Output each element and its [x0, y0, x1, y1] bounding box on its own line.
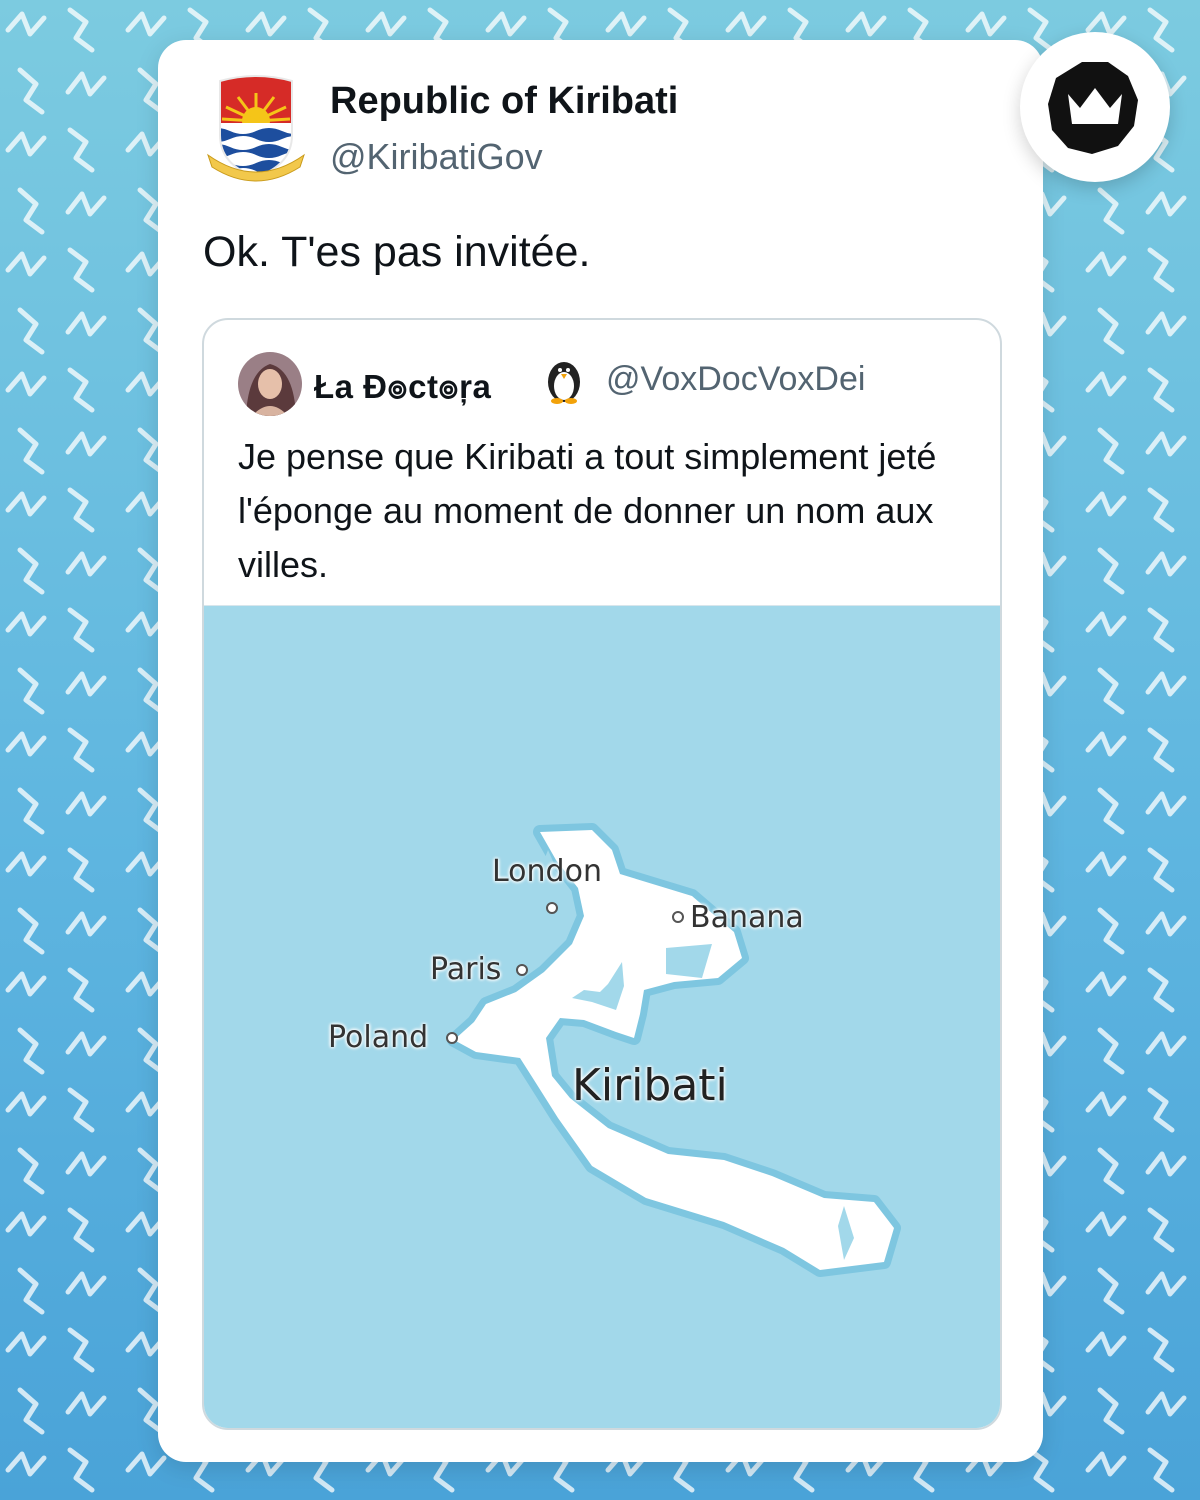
tweet-text: Ok. T'es pas invitée.: [203, 228, 591, 276]
map-label-country: Kiribati: [572, 1060, 728, 1111]
kiribati-coat-of-arms-icon[interactable]: [204, 73, 308, 185]
quoted-author-handle[interactable]: @VoxDocVoxDei: [606, 360, 865, 399]
crown-icon: [1048, 62, 1138, 154]
map-label-paris: Paris: [430, 952, 502, 987]
quoted-author-avatar[interactable]: [238, 352, 302, 416]
penguin-icon: [548, 362, 580, 404]
kiribati-map-image[interactable]: London Banana Paris Poland Kiribati: [204, 605, 1000, 1428]
quoted-tweet[interactable]: Ła Ɖ๏ct๏ŗa @VoxDocVoxDei Je pense que Ki…: [202, 318, 1002, 1430]
quoted-author-name[interactable]: Ła Ɖ๏ct๏ŗa: [314, 360, 491, 413]
quoted-tweet-text: Je pense que Kiribati a tout simplement …: [238, 436, 937, 585]
island-shape: [446, 823, 901, 1277]
author-name[interactable]: Republic of Kiribati: [330, 80, 678, 123]
author-handle[interactable]: @KiribatiGov: [330, 136, 543, 178]
crown-badge: [1020, 32, 1170, 182]
map-label-banana: Banana: [690, 900, 804, 935]
map-label-london: London: [492, 854, 602, 889]
map-label-poland: Poland: [328, 1020, 429, 1055]
